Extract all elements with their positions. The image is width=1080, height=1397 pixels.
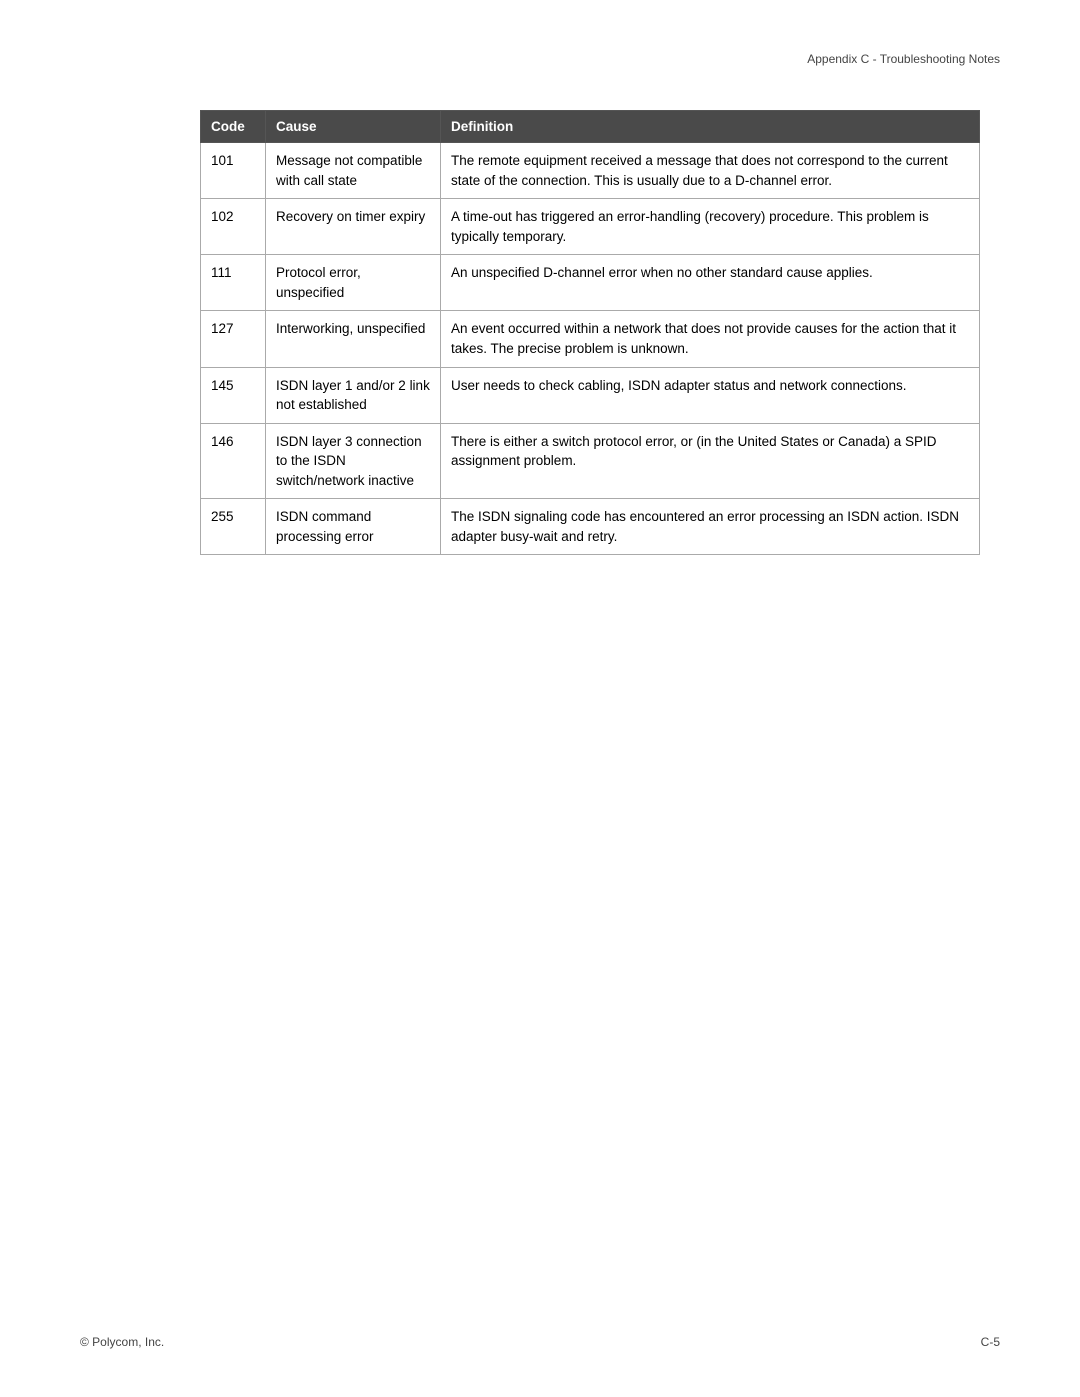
cell-cause: Interworking, unspecified [266, 311, 441, 367]
cell-code: 111 [201, 255, 266, 311]
cell-code: 145 [201, 367, 266, 423]
cell-cause: Message not compatible with call state [266, 143, 441, 199]
cell-definition: A time-out has triggered an error-handli… [441, 199, 980, 255]
footer-copyright: © Polycom, Inc. [80, 1335, 164, 1349]
page-header: Appendix C - Troubleshooting Notes [807, 52, 1000, 66]
cell-code: 127 [201, 311, 266, 367]
table-row: 111Protocol error, unspecifiedAn unspeci… [201, 255, 980, 311]
cell-definition: An unspecified D-channel error when no o… [441, 255, 980, 311]
cell-definition: There is either a switch protocol error,… [441, 423, 980, 499]
cell-definition: User needs to check cabling, ISDN adapte… [441, 367, 980, 423]
cell-cause: Protocol error, unspecified [266, 255, 441, 311]
cell-definition: The ISDN signaling code has encountered … [441, 499, 980, 555]
main-content: Code Cause Definition 101Message not com… [200, 110, 980, 555]
cell-code: 146 [201, 423, 266, 499]
cell-cause: ISDN layer 1 and/or 2 link not establish… [266, 367, 441, 423]
footer-page-number: C-5 [981, 1335, 1000, 1349]
cell-cause: Recovery on timer expiry [266, 199, 441, 255]
error-codes-table: Code Cause Definition 101Message not com… [200, 110, 980, 555]
table-row: 101Message not compatible with call stat… [201, 143, 980, 199]
table-row: 145ISDN layer 1 and/or 2 link not establ… [201, 367, 980, 423]
table-row: 146ISDN layer 3 connection to the ISDN s… [201, 423, 980, 499]
cell-code: 101 [201, 143, 266, 199]
column-header-definition: Definition [441, 111, 980, 143]
cell-code: 102 [201, 199, 266, 255]
cell-cause: ISDN layer 3 connection to the ISDN swit… [266, 423, 441, 499]
column-header-cause: Cause [266, 111, 441, 143]
cell-definition: The remote equipment received a message … [441, 143, 980, 199]
cell-code: 255 [201, 499, 266, 555]
table-header-row: Code Cause Definition [201, 111, 980, 143]
column-header-code: Code [201, 111, 266, 143]
table-row: 102Recovery on timer expiryA time-out ha… [201, 199, 980, 255]
cell-definition: An event occurred within a network that … [441, 311, 980, 367]
table-row: 255ISDN command processing errorThe ISDN… [201, 499, 980, 555]
cell-cause: ISDN command processing error [266, 499, 441, 555]
table-row: 127Interworking, unspecifiedAn event occ… [201, 311, 980, 367]
